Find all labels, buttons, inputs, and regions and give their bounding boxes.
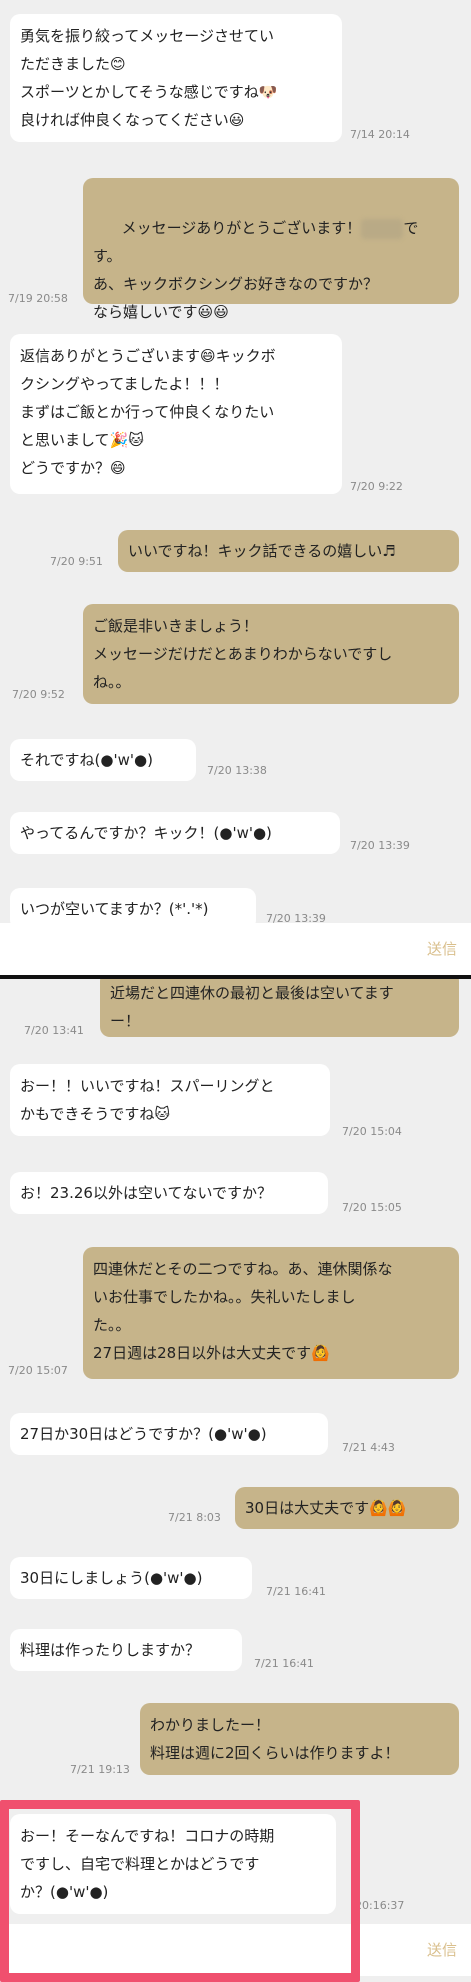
message-timestamp: 7/14 20:14 xyxy=(350,128,410,141)
highlight-frame xyxy=(0,1800,360,1982)
message-timestamp: 20:16:37 xyxy=(355,1899,405,1912)
message-input-bar[interactable]: 送信 xyxy=(0,923,471,975)
message-timestamp: 7/20 15:05 xyxy=(342,1201,402,1214)
message-bubble[interactable]: お！23.26以外は空いてないですか？ xyxy=(10,1172,328,1214)
message-timestamp: 7/20 15:04 xyxy=(342,1125,402,1138)
chat-screenshot-1: 勇気を振り絞ってメッセージさせてい ただきました😊 スポーツとかしてそうな感じで… xyxy=(0,0,471,975)
message-bubble[interactable]: やってるんですか？キック！(●'w'●) xyxy=(10,812,340,854)
message-bubble[interactable]: おー！！いいですね！スパーリングと かもできそうですね🐱 xyxy=(10,1064,330,1136)
message-timestamp: 7/20 13:39 xyxy=(350,839,410,852)
send-button[interactable]: 送信 xyxy=(427,938,457,959)
message-timestamp: 7/20 13:38 xyxy=(207,764,267,777)
message-timestamp: 7/21 8:03 xyxy=(168,1511,221,1524)
message-bubble[interactable]: それですね(●'w'●) xyxy=(10,739,196,781)
message-bubble[interactable]: 近場だと四連休の最初と最後は空いてます ー！ xyxy=(100,979,459,1037)
message-timestamp: 7/20 13:41 xyxy=(24,1024,84,1037)
redacted-name xyxy=(361,218,404,239)
message-text: メッセージありがとうございます！ xyxy=(121,219,362,237)
message-bubble[interactable]: メッセージありがとうございます！で す。 あ、キックボクシングお好きなのですか？… xyxy=(83,178,459,321)
message-timestamp: 7/20 15:07 xyxy=(8,1364,68,1377)
message-timestamp: 7/21 16:41 xyxy=(266,1585,326,1598)
message-bubble[interactable]: わかりましたー！ 料理は週に2回くらいは作りますよ！ xyxy=(140,1703,459,1775)
message-bubble[interactable]: 27日か30日はどうですか？(●'w'●) xyxy=(10,1413,328,1455)
message-timestamp: 7/20 9:52 xyxy=(12,688,65,701)
message-timestamp: 7/19 20:58 xyxy=(8,292,68,305)
message-bubble[interactable]: 返信ありがとうございます😄キックボ クシングやってましたよ！！！ まずはご飯とか… xyxy=(10,334,342,494)
message-bubble[interactable]: 勇気を振り絞ってメッセージさせてい ただきました😊 スポーツとかしてそうな感じで… xyxy=(10,14,342,142)
message-bubble[interactable]: 四連休だとその二つですね。あ、連休関係な いお仕事でしたかね。。失礼いたしまし … xyxy=(83,1247,459,1379)
message-bubble[interactable]: 料理は作ったりしますか？ xyxy=(10,1629,242,1671)
message-bubble[interactable]: ご飯是非いきましょう！ メッセージだけだとあまりわからないですし ね。。 xyxy=(83,604,459,704)
message-timestamp: 7/21 16:41 xyxy=(254,1657,314,1670)
message-timestamp: 7/21 4:43 xyxy=(342,1441,395,1454)
message-timestamp: 7/20 9:22 xyxy=(350,480,403,493)
message-bubble[interactable]: 30日は大丈夫です🙆🙆 xyxy=(235,1487,459,1529)
message-timestamp: 7/21 19:13 xyxy=(70,1763,130,1776)
message-bubble[interactable]: いいですね！キック話できるの嬉しい♬ xyxy=(118,530,459,572)
message-timestamp: 7/20 9:51 xyxy=(50,555,103,568)
message-bubble[interactable]: 30日にしましょう(●'w'●) xyxy=(10,1557,252,1599)
send-button[interactable]: 送信 xyxy=(427,1939,457,1960)
